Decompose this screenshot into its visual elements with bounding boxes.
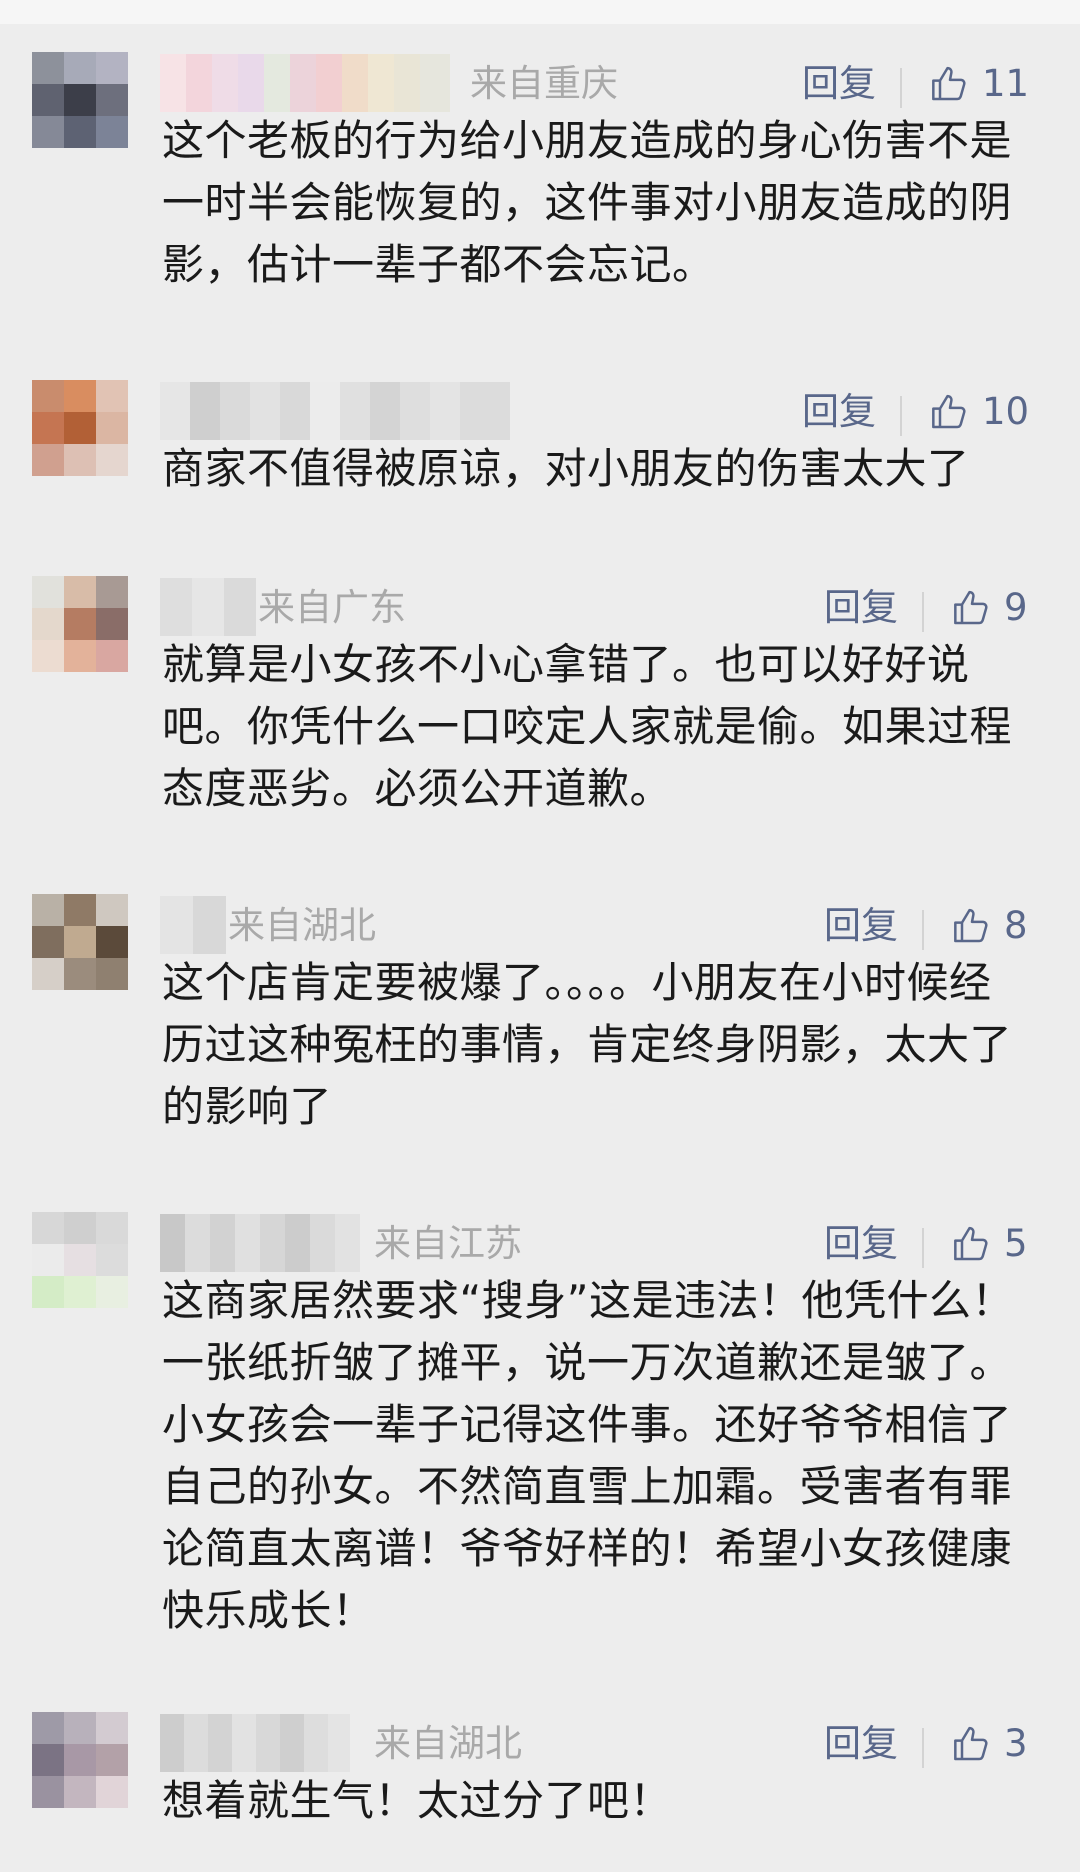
like-button[interactable]: 9 — [952, 580, 1028, 636]
reply-button[interactable]: 回复 — [824, 1716, 898, 1772]
thumbs-up-icon — [954, 908, 988, 943]
avatar[interactable] — [32, 576, 128, 672]
avatar[interactable] — [32, 894, 128, 990]
comment-location: 来自江苏 — [374, 1222, 522, 1265]
thumbs-up-icon — [954, 1726, 988, 1761]
like-count: 5 — [1004, 1222, 1028, 1265]
comment-text: 商家不值得被原谅，对小朋友的伤害太大了 — [162, 444, 970, 493]
like-button[interactable]: 3 — [952, 1716, 1028, 1772]
reply-button[interactable]: 回复 — [802, 384, 876, 440]
like-button[interactable]: 5 — [952, 1216, 1028, 1272]
like-count: 8 — [1004, 904, 1028, 947]
like-count: 11 — [982, 62, 1030, 105]
divider — [922, 1728, 924, 1768]
username-blurred[interactable] — [160, 896, 226, 954]
thumbs-up-icon — [932, 66, 966, 101]
like-count: 3 — [1004, 1722, 1028, 1765]
like-count: 10 — [982, 390, 1030, 433]
reply-button[interactable]: 回复 — [824, 1216, 898, 1272]
divider — [922, 910, 924, 950]
comment-location: 来自重庆 — [470, 62, 618, 105]
reply-button[interactable]: 回复 — [824, 898, 898, 954]
avatar[interactable] — [32, 1212, 128, 1308]
like-button[interactable]: 11 — [930, 56, 1029, 112]
like-count: 9 — [1004, 586, 1028, 629]
thumbs-up-icon — [954, 590, 988, 625]
comment-text: 想着就生气！太过分了吧！ — [162, 1776, 673, 1825]
username-blurred[interactable] — [160, 578, 256, 636]
comment-text: 这个老板的行为给小朋友造成的身心伤害不是一时半会能恢复的，这件事对小朋友造成的阴… — [162, 116, 1013, 289]
reply-button[interactable]: 回复 — [824, 580, 898, 636]
username-blurred[interactable] — [160, 54, 450, 112]
username-blurred[interactable] — [160, 382, 510, 440]
divider — [922, 592, 924, 632]
comment-text: 这个店肯定要被爆了。。。。小朋友在小时候经历过这种冤枉的事情，肯定终身阴影，太大… — [162, 958, 1013, 1131]
top-edge — [0, 0, 1080, 24]
divider — [900, 396, 902, 436]
avatar[interactable] — [32, 1712, 128, 1808]
comment-location: 来自湖北 — [228, 904, 376, 947]
divider — [922, 1228, 924, 1268]
avatar[interactable] — [32, 52, 128, 148]
comment-location: 来自广东 — [258, 586, 406, 629]
thumbs-up-icon — [954, 1226, 988, 1261]
divider — [900, 68, 902, 108]
reply-button[interactable]: 回复 — [802, 56, 876, 112]
username-blurred[interactable] — [160, 1714, 350, 1772]
comment-location: 来自湖北 — [374, 1722, 522, 1765]
thumbs-up-icon — [932, 394, 966, 429]
avatar[interactable] — [32, 380, 128, 476]
username-blurred[interactable] — [160, 1214, 360, 1272]
like-button[interactable]: 8 — [952, 898, 1028, 954]
comment-text: 这商家居然要求“搜身”这是违法！他凭什么！一张纸折皱了摊平，说一万次道歉还是皱了… — [162, 1276, 1015, 1635]
like-button[interactable]: 10 — [930, 384, 1029, 440]
comment-text: 就算是小女孩不小心拿错了。也可以好好说吧。你凭什么一口咬定人家就是偷。如果过程态… — [162, 640, 1013, 813]
